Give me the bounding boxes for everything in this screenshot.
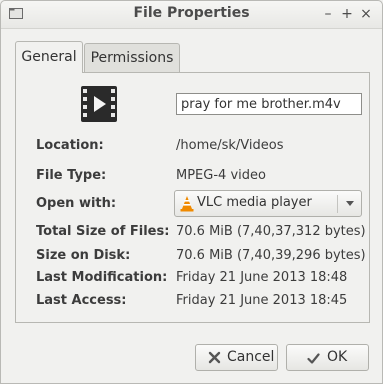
file-properties-window: File Properties – + × General Permission… bbox=[0, 0, 383, 384]
chevron-down-icon bbox=[346, 201, 354, 206]
location-label: Location: bbox=[36, 138, 104, 153]
checkmark-icon bbox=[307, 353, 320, 364]
vlc-icon bbox=[180, 196, 194, 212]
last-access-label: Last Access: bbox=[36, 293, 127, 308]
general-panel: Location: /home/sk/Videos File Type: MPE… bbox=[15, 72, 370, 323]
last-modification-label: Last Modification: bbox=[36, 270, 168, 285]
location-value: /home/sk/Videos bbox=[176, 138, 284, 153]
video-file-icon bbox=[81, 86, 117, 122]
filetype-value: MPEG-4 video bbox=[176, 168, 266, 183]
open-with-dropdown[interactable]: VLC media player bbox=[174, 190, 362, 217]
total-size-label: Total Size of Files: bbox=[36, 224, 170, 239]
minimize-button[interactable]: – bbox=[319, 4, 337, 24]
last-modification-value: Friday 21 June 2013 18:48 bbox=[176, 270, 348, 285]
open-with-value: VLC media player bbox=[197, 195, 312, 210]
openwith-label: Open with: bbox=[36, 196, 117, 211]
ok-button[interactable]: OK bbox=[286, 344, 369, 371]
filetype-label: File Type: bbox=[36, 168, 107, 183]
filename-input[interactable] bbox=[176, 93, 362, 115]
dropdown-separator bbox=[337, 195, 338, 213]
maximize-button[interactable]: + bbox=[338, 4, 356, 24]
last-access-value: Friday 21 June 2013 18:45 bbox=[176, 293, 348, 308]
cancel-button[interactable]: Cancel bbox=[195, 344, 278, 371]
tab-permissions[interactable]: Permissions bbox=[84, 43, 180, 72]
cancel-icon bbox=[208, 351, 221, 364]
disk-size-value: 70.6 MiB (7,40,39,296 bytes) bbox=[176, 248, 366, 263]
cancel-label: Cancel bbox=[227, 349, 275, 365]
total-size-value: 70.6 MiB (7,40,37,312 bytes) bbox=[176, 224, 366, 239]
close-button[interactable]: × bbox=[357, 4, 375, 24]
title-bar[interactable]: File Properties – + × bbox=[1, 1, 382, 29]
disk-size-label: Size on Disk: bbox=[36, 248, 131, 263]
ok-label: OK bbox=[327, 349, 348, 365]
tab-general[interactable]: General bbox=[15, 41, 83, 73]
